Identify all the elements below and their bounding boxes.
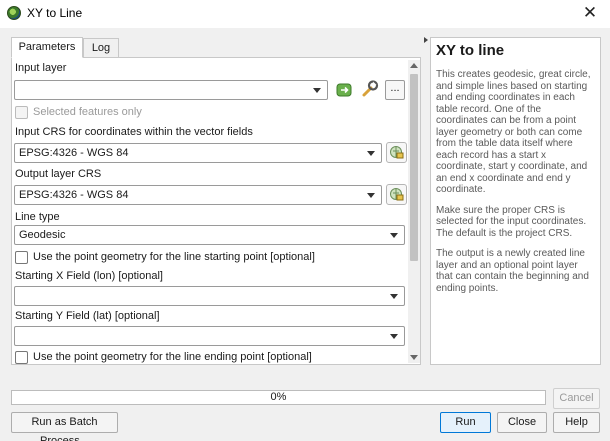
tab-parameters[interactable]: Parameters: [11, 37, 83, 58]
help-panel: XY to line This creates geodesic, great …: [430, 37, 601, 365]
scroll-up-icon[interactable]: [410, 63, 418, 68]
collapse-help-arrow-icon[interactable]: [424, 37, 428, 43]
close-window-icon[interactable]: ✕: [580, 2, 600, 24]
crs-globe-icon: [390, 188, 404, 201]
output-crs-select-button[interactable]: [386, 184, 407, 205]
help-title: XY to line: [436, 42, 505, 59]
start-x-label: Starting X Field (lon) [optional]: [15, 270, 163, 282]
progress-bar: 0%: [11, 390, 546, 405]
output-crs-label: Output layer CRS: [15, 168, 102, 180]
parameters-panel: Input layer ... Selected features only I…: [11, 57, 421, 365]
input-layer-combo[interactable]: [14, 80, 328, 100]
help-paragraph: This creates geodesic, great circle, and…: [436, 69, 591, 195]
chevron-down-icon: [390, 294, 398, 299]
start-x-combo[interactable]: [14, 286, 405, 306]
chevron-down-icon: [390, 334, 398, 339]
chevron-down-icon: [390, 233, 398, 238]
window-title: XY to Line: [27, 6, 83, 20]
use-end-geometry-label: Use the point geometry for the line endi…: [33, 351, 312, 363]
input-crs-combo[interactable]: EPSG:4326 - WGS 84: [14, 143, 382, 163]
line-type-combo[interactable]: Geodesic: [14, 225, 405, 245]
qgis-logo-icon: [7, 6, 21, 20]
line-type-label: Line type: [15, 211, 60, 223]
scrollbar-thumb[interactable]: [410, 74, 418, 261]
wrench-icon[interactable]: [360, 79, 380, 99]
selected-only-checkbox[interactable]: [15, 106, 28, 119]
title-bar: XY to Line ✕: [0, 0, 610, 28]
scroll-down-icon[interactable]: [410, 355, 418, 360]
line-type-value: Geodesic: [19, 229, 66, 241]
help-button[interactable]: Help: [553, 412, 600, 433]
selected-only-label: Selected features only: [33, 106, 142, 118]
iterate-icon[interactable]: [334, 80, 354, 100]
input-crs-select-button[interactable]: [386, 142, 407, 163]
crs-globe-icon: [390, 146, 404, 159]
start-y-combo[interactable]: [14, 326, 405, 346]
use-start-geometry-label: Use the point geometry for the line star…: [33, 251, 315, 263]
start-y-label: Starting Y Field (lat) [optional]: [15, 310, 160, 322]
batch-process-button[interactable]: Run as Batch Process...: [11, 412, 118, 441]
run-button[interactable]: Run: [440, 412, 491, 433]
use-start-geometry-checkbox[interactable]: [15, 251, 28, 264]
output-crs-value: EPSG:4326 - WGS 84: [19, 189, 129, 201]
input-crs-label: Input CRS for coordinates within the vec…: [15, 126, 253, 138]
output-crs-combo[interactable]: EPSG:4326 - WGS 84: [14, 185, 382, 205]
chevron-down-icon: [367, 193, 375, 198]
input-layer-label: Input layer: [15, 62, 67, 74]
chevron-down-icon: [367, 151, 375, 156]
close-button[interactable]: Close: [497, 412, 547, 433]
help-paragraph: Make sure the proper CRS is selected for…: [436, 204, 587, 239]
input-crs-value: EPSG:4326 - WGS 84: [19, 147, 129, 159]
cancel-button[interactable]: Cancel: [553, 388, 600, 409]
help-paragraph: The output is a newly created line layer…: [436, 248, 589, 294]
parameters-scrollbar[interactable]: [408, 60, 420, 363]
use-end-geometry-checkbox[interactable]: [15, 351, 28, 364]
chevron-down-icon: [313, 88, 321, 93]
tab-log[interactable]: Log: [83, 38, 119, 59]
browse-ellipsis-button[interactable]: ...: [385, 80, 405, 100]
